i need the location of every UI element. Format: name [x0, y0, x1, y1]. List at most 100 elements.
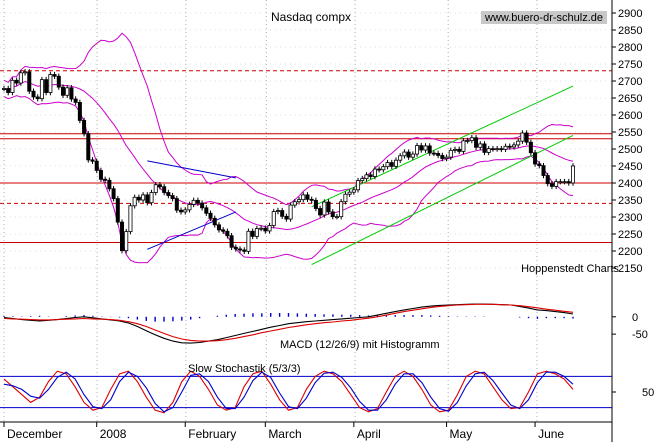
- candle-body: [478, 143, 483, 148]
- candle-body: [490, 148, 495, 151]
- candle-body: [347, 191, 352, 195]
- candle-body: [77, 102, 82, 121]
- y-tick-label: 2450: [618, 161, 642, 173]
- candle-body: [288, 204, 293, 220]
- candle-body: [242, 249, 247, 252]
- candle-body: [153, 184, 158, 193]
- candle-body: [297, 199, 302, 203]
- candle-body: [14, 79, 19, 84]
- candle-body: [233, 246, 238, 250]
- candle-body: [486, 148, 491, 153]
- candle-body: [31, 90, 36, 98]
- candle-body: [187, 204, 192, 211]
- candle-body: [179, 209, 184, 213]
- macd-panel: [3, 303, 574, 344]
- chart-title: Nasdaq compx: [271, 10, 351, 24]
- candle-body: [124, 231, 129, 252]
- candle-body: [482, 143, 487, 153]
- candle-body: [457, 148, 462, 152]
- candle-body: [558, 181, 563, 184]
- macd-line: [3, 303, 574, 344]
- x-tick-label: April: [357, 427, 381, 441]
- y-tick-label: 2900: [618, 8, 642, 20]
- x-tick-label: June: [538, 427, 564, 441]
- candle-body: [221, 229, 226, 232]
- candle-body: [360, 178, 365, 182]
- candle-body: [23, 71, 28, 74]
- candle-body: [545, 175, 550, 185]
- candle-body: [39, 79, 44, 100]
- candle-body: [52, 74, 57, 77]
- credit-label: Hoppenstedt Charts: [521, 263, 619, 275]
- candle-body: [115, 198, 120, 223]
- candle-body: [364, 174, 369, 179]
- candle-body: [452, 148, 457, 151]
- candle-body: [128, 205, 133, 233]
- candle-body: [145, 194, 150, 204]
- candle-body: [415, 145, 420, 155]
- x-tick-label: 2008: [100, 427, 127, 441]
- macd-tick-label: -50: [632, 329, 648, 341]
- trend-lines: [147, 85, 574, 266]
- candle-body: [528, 141, 533, 154]
- candle-body: [225, 230, 230, 237]
- candle-body: [141, 194, 146, 201]
- candle-body: [61, 86, 66, 96]
- candle-body: [254, 228, 259, 237]
- candle-body: [385, 162, 390, 168]
- candle-body: [170, 195, 175, 200]
- y-tick-label: 2250: [618, 229, 642, 241]
- candle-body: [238, 248, 243, 251]
- candle-body: [402, 151, 407, 157]
- candle-body: [48, 74, 53, 93]
- y-tick-label: 2750: [618, 59, 642, 71]
- candle-body: [174, 198, 179, 211]
- candle-body: [461, 140, 466, 152]
- candle-body: [398, 155, 403, 161]
- macd-tick-label: 0: [632, 312, 638, 324]
- candle-body: [372, 168, 377, 177]
- candle-body: [301, 194, 306, 201]
- candle-body: [516, 140, 521, 146]
- candle-body: [465, 140, 470, 142]
- candle-body: [191, 199, 196, 205]
- candle-body: [305, 194, 310, 200]
- x-tick-label: March: [268, 427, 301, 441]
- candle-body: [427, 145, 432, 154]
- candle-body: [82, 120, 87, 135]
- candle-body: [495, 148, 500, 151]
- candle-body: [313, 199, 318, 209]
- candle-body: [10, 79, 15, 93]
- candle-body: [503, 145, 508, 150]
- candle-body: [280, 210, 285, 217]
- candle-body: [566, 181, 571, 184]
- candle-body: [330, 211, 335, 218]
- candle-body: [229, 235, 234, 248]
- candle-body: [103, 178, 108, 181]
- candle-body: [339, 201, 344, 218]
- candle-body: [120, 221, 125, 252]
- candle-body: [2, 88, 7, 90]
- candle-body: [166, 192, 171, 196]
- candle-body: [419, 145, 424, 151]
- candle-body: [65, 87, 70, 96]
- y-tick-label: 2650: [618, 93, 642, 105]
- y-tick-label: 2400: [618, 178, 642, 190]
- candle-body: [440, 155, 445, 159]
- candle-body: [431, 152, 436, 155]
- candle-body: [410, 153, 415, 158]
- candle-body: [94, 160, 99, 171]
- candle-body: [562, 181, 567, 184]
- axes: 2150 2200 2250 2300 2350 2400 2450 2500 2550 2600…: [0, 0, 654, 442]
- y-tick-label: 2300: [618, 212, 642, 224]
- stochastic-tick-label: 50: [642, 387, 654, 399]
- x-tick-label: December: [7, 427, 62, 441]
- candle-body: [107, 179, 112, 190]
- candle-body: [136, 196, 141, 201]
- candle-body: [35, 96, 40, 100]
- candle-body: [326, 201, 331, 213]
- y-tick-label: 2150: [618, 263, 642, 275]
- candle-body: [162, 186, 167, 193]
- candle-body: [204, 207, 209, 214]
- macd-title: MACD (12/26/9) mit Histogramm: [280, 339, 440, 351]
